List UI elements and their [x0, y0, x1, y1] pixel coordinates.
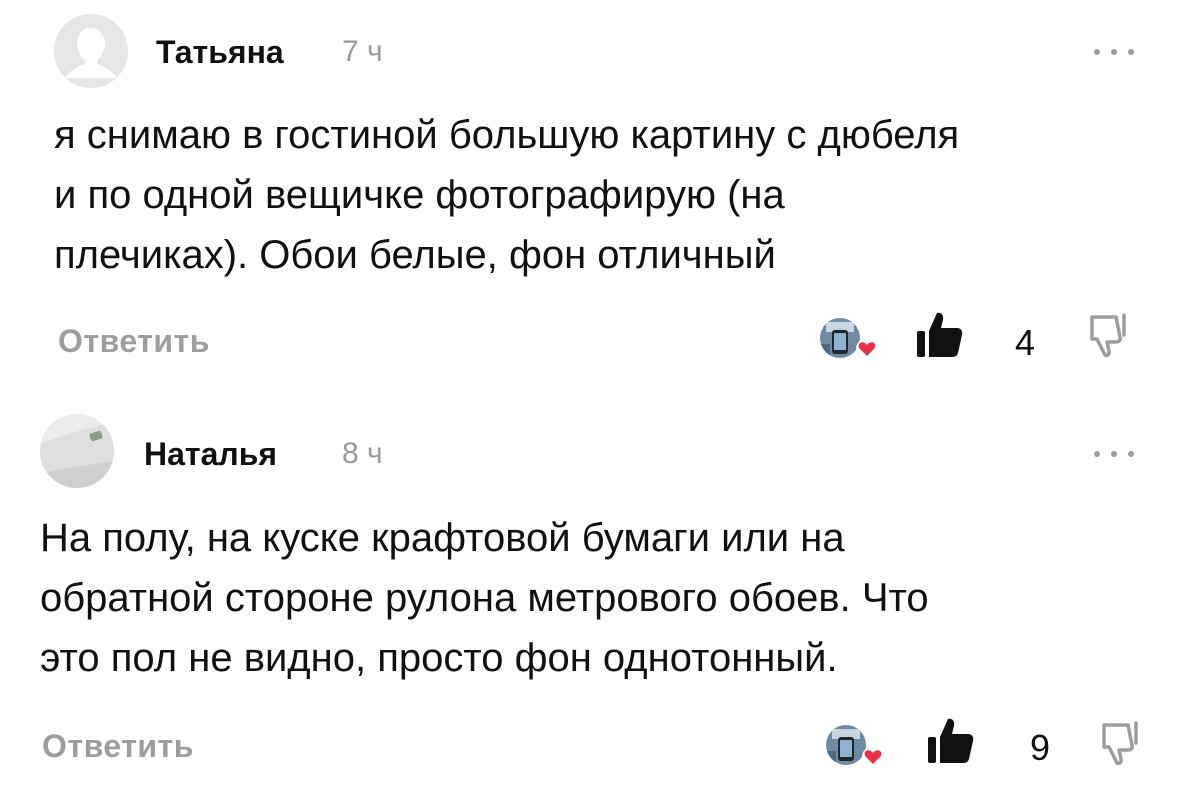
- heart-icon: [856, 338, 878, 360]
- thumbs-down-icon[interactable]: [1086, 309, 1132, 361]
- thumbs-down-icon[interactable]: [1098, 717, 1144, 769]
- comment-text: На полу, на куске крафтовой бумаги или н…: [40, 516, 929, 680]
- more-dots-icon[interactable]: [1090, 448, 1138, 460]
- comment: Татьяна 7 ч я снимаю в гостиной большую …: [0, 0, 1200, 400]
- reactor-avatar: [826, 725, 866, 765]
- more-dots-icon[interactable]: [1090, 46, 1138, 58]
- comment-time: 7 ч: [342, 35, 383, 68]
- like-count: 4: [1015, 322, 1036, 363]
- comment-author[interactable]: Татьяна: [156, 34, 284, 71]
- reply-button[interactable]: Ответить: [58, 323, 210, 360]
- avatar[interactable]: [54, 14, 128, 88]
- user-photo: [40, 414, 114, 488]
- comment: Наталья 8 ч На полу, на куске крафтовой …: [0, 400, 1200, 800]
- avatar[interactable]: [40, 414, 114, 488]
- thumbs-up-icon[interactable]: [925, 715, 977, 767]
- heart-icon: [862, 746, 884, 768]
- like-count: 9: [1030, 727, 1051, 768]
- user-placeholder-icon: [54, 14, 128, 88]
- reply-button[interactable]: Ответить: [42, 728, 194, 765]
- comment-text: я снимаю в гостиной большую картину с дю…: [54, 113, 960, 277]
- thumbs-up-icon[interactable]: [914, 309, 966, 361]
- reactor-avatar: [820, 318, 860, 358]
- comment-time: 8 ч: [342, 437, 383, 470]
- comment-author[interactable]: Наталья: [144, 436, 277, 473]
